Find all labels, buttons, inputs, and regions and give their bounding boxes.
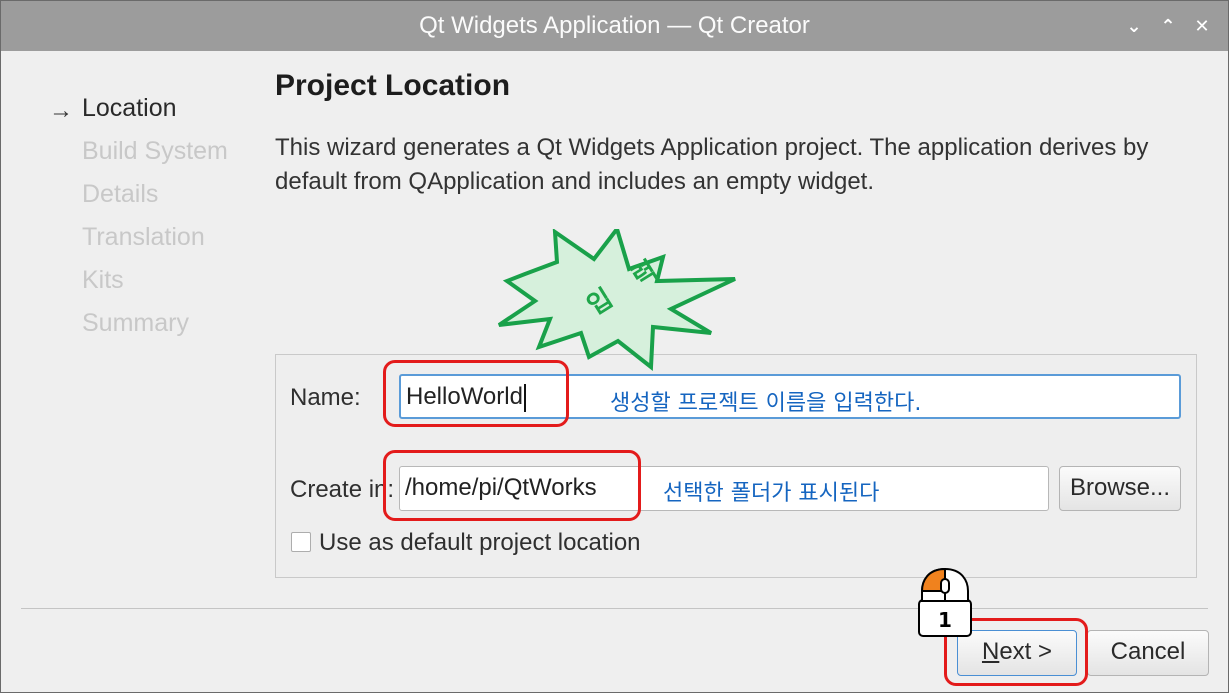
page-description: This wizard generates a Qt Widgets Appli… (275, 134, 1149, 195)
step-summary: Summary (82, 309, 189, 337)
window-title: Qt Widgets Application — Qt Creator (419, 12, 810, 39)
cancel-button[interactable]: Cancel (1087, 630, 1209, 676)
close-icon[interactable]: ✕ (1190, 14, 1214, 38)
step-location: Location (82, 94, 177, 122)
name-label: Name: (290, 384, 361, 411)
create-in-label: Create in: (290, 476, 395, 503)
footer-separator (21, 608, 1208, 609)
mouse-click-icon: 1 (918, 567, 972, 637)
current-step-arrow-icon: → (49, 97, 73, 124)
qt-creator-wizard-window: Qt Widgets Application — Qt Creator ⌄ ⌃ … (0, 0, 1229, 693)
name-hint: 생성할 프로젝트 이름을 입력한다. (610, 391, 922, 416)
browse-button[interactable]: Browse... (1059, 466, 1181, 511)
page-title: Project Location (275, 69, 511, 102)
name-highlight (383, 360, 569, 427)
mouse-step-number: 1 (938, 608, 952, 632)
folder-hint: 선택한 폴더가 표시된다 (663, 481, 880, 506)
minimize-icon[interactable]: ⌄ (1122, 14, 1146, 38)
step-build-system: Build System (82, 137, 228, 165)
maximize-icon[interactable]: ⌃ (1156, 14, 1180, 38)
default-location-label[interactable]: Use as default project location (319, 529, 641, 557)
folder-highlight (383, 450, 641, 521)
step-translation: Translation (82, 223, 205, 251)
title-bar: Qt Widgets Application — Qt Creator ⌄ ⌃ … (1, 1, 1228, 51)
default-location-checkbox[interactable] (291, 532, 311, 552)
step-kits: Kits (82, 266, 124, 294)
step-details: Details (82, 180, 159, 208)
